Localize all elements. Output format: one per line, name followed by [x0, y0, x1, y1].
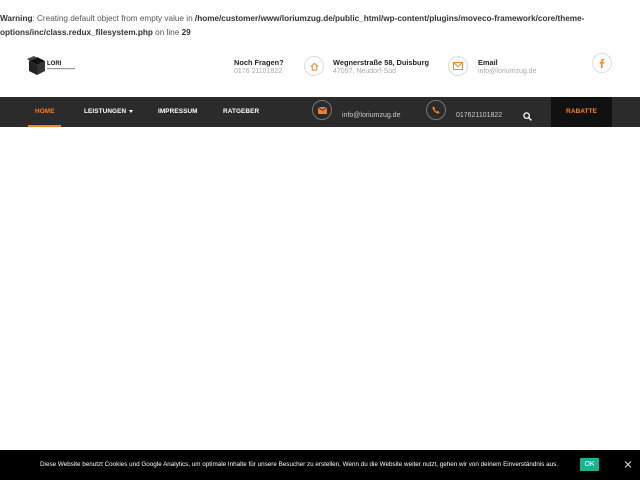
nav-item-leistungen-label: LEISTUNGEN [84, 108, 127, 115]
box-logo-icon: LORI [27, 56, 75, 75]
warning-line-number: 29 [181, 28, 191, 37]
cookie-text: Diese Website benutzt Cookies und Google… [40, 461, 559, 468]
rabatte-button[interactable]: RABATTE [551, 97, 612, 127]
nav-item-impressum[interactable]: IMPRESSUM [158, 97, 198, 127]
nav-phone-icon [426, 100, 446, 120]
search-icon[interactable] [523, 108, 532, 121]
nav-active-indicator [28, 125, 61, 127]
home-icon [304, 56, 324, 76]
logo-text: LORI [47, 61, 62, 67]
nav-item-leistungen[interactable]: LEISTUNGEN [84, 97, 134, 127]
contact-phone-number[interactable]: 0176 21101822 [234, 68, 282, 75]
nav-envelope-icon [312, 100, 332, 120]
address-title: Wegnerstraße 58, Duisburg [333, 58, 429, 67]
nav-email[interactable]: info@loriumzug.de [342, 112, 400, 119]
close-icon[interactable] [622, 458, 634, 471]
warning-text: : Creating default object from empty val… [32, 14, 195, 23]
envelope-icon [448, 56, 468, 76]
email-title: Email [478, 58, 498, 67]
cookie-ok-button[interactable]: OK [580, 458, 599, 471]
php-warning: Warning: Creating default object from em… [0, 12, 640, 40]
warning-label: Warning [0, 14, 33, 23]
cookie-banner: Diese Website benutzt Cookies und Google… [0, 450, 640, 480]
contact-questions-title: Noch Fragen? [234, 58, 284, 67]
email-address[interactable]: info@loriumzug.de [478, 68, 536, 75]
nav-phone[interactable]: 017621101822 [456, 112, 502, 119]
site-logo[interactable]: LORI [26, 55, 80, 77]
warning-text-line: on line [152, 28, 182, 37]
facebook-icon[interactable] [592, 53, 612, 73]
nav-item-ratgeber[interactable]: RATGEBER [223, 97, 259, 127]
address-sub: 47057, Neudorf-Süd [333, 68, 397, 75]
caret-down-icon [129, 109, 134, 113]
nav-item-home[interactable]: HOME [35, 97, 55, 127]
